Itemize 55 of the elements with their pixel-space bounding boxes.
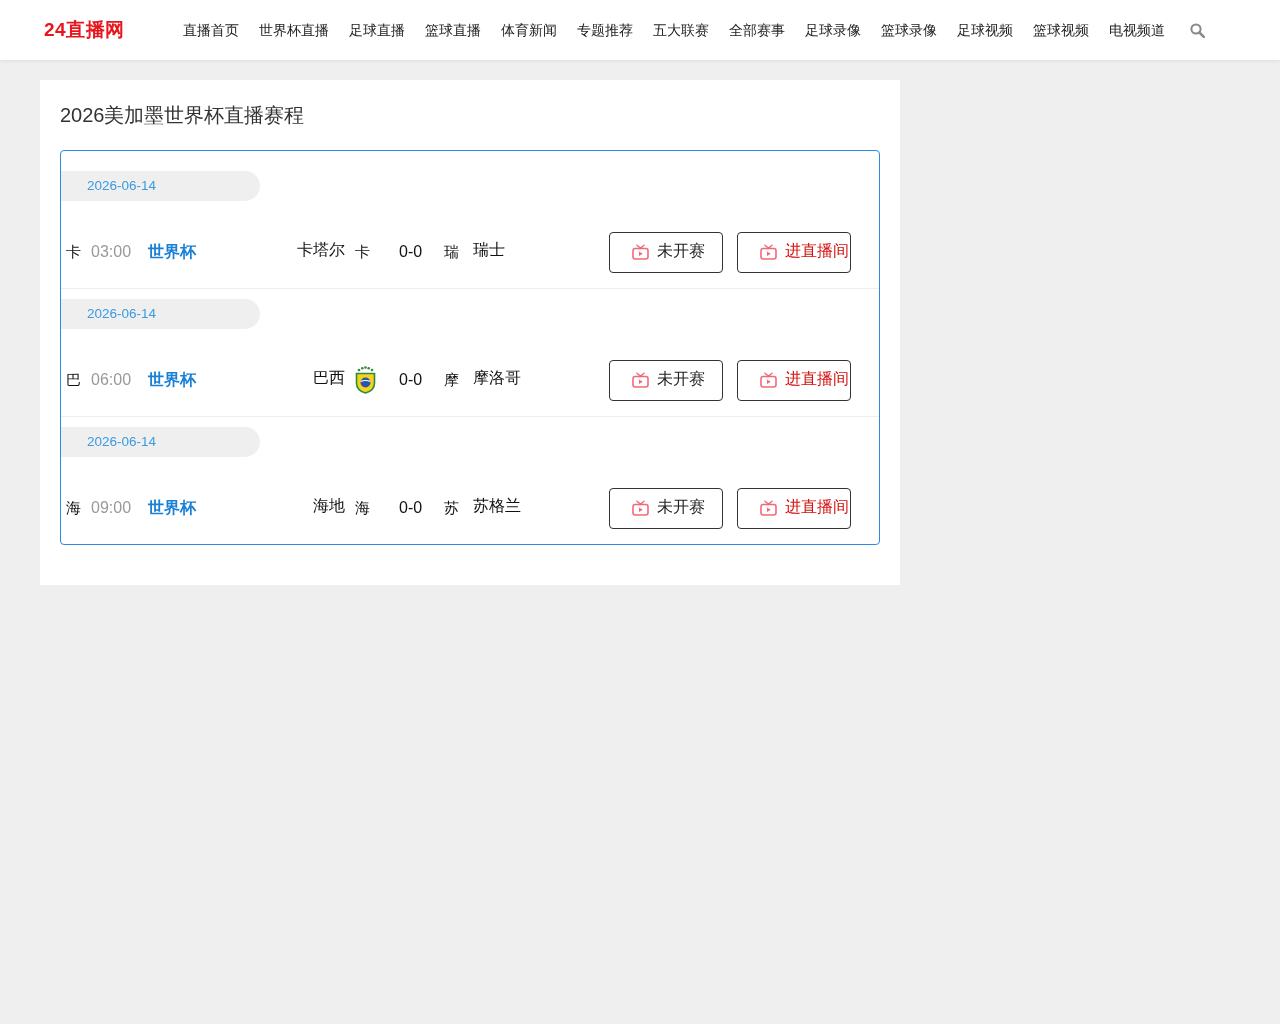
tv-icon (632, 500, 649, 516)
enter-live-button[interactable]: 进直播间 (737, 231, 851, 273)
nav-link[interactable]: 足球直播 (349, 20, 405, 40)
logo-alt-text: 摩 (444, 370, 459, 390)
enter-live-button[interactable]: 进直播间 (737, 487, 851, 529)
nav-link[interactable]: 全部赛事 (729, 20, 785, 40)
away-team-name: 瑞士 (473, 239, 505, 260)
site-logo[interactable]: 24直播网 (44, 19, 125, 41)
league-link[interactable]: 世界杯 (148, 497, 196, 519)
date-label: 2026-06-14 (61, 299, 260, 329)
search-icon[interactable] (1190, 22, 1205, 38)
date-label: 2026-06-14 (61, 427, 260, 457)
tv-icon (760, 372, 777, 388)
image-alt-text: 海 (66, 498, 81, 518)
logo-alt-text: 苏 (444, 498, 459, 518)
nav-link[interactable]: 世界杯直播 (259, 20, 329, 40)
nav-link[interactable]: 电视频道 (1109, 20, 1165, 40)
nav-link[interactable]: 专题推荐 (577, 20, 633, 40)
logo-alt-text: 卡 (355, 242, 370, 262)
away-team-name: 摩洛哥 (473, 367, 521, 388)
tv-icon (760, 244, 777, 260)
nav-link[interactable]: 足球视频 (957, 20, 1013, 40)
nav-link[interactable]: 篮球直播 (425, 20, 481, 40)
match-time: 06:00 (91, 371, 132, 389)
home-team-name: 巴西 (313, 367, 345, 388)
image-alt-text: 卡 (66, 242, 81, 262)
enter-live-button[interactable]: 进直播间 (737, 359, 851, 401)
tv-icon (632, 372, 649, 388)
nav-link[interactable]: 足球录像 (805, 20, 861, 40)
league-link[interactable]: 世界杯 (148, 241, 196, 263)
status-button[interactable]: 未开赛 (609, 231, 723, 273)
schedule-title: 2026美加墨世界杯直播赛程 (60, 103, 306, 128)
tv-icon (632, 244, 649, 260)
tv-icon (760, 500, 777, 516)
league-link[interactable]: 世界杯 (148, 369, 196, 391)
nav-link[interactable]: 体育新闻 (501, 20, 557, 40)
image-alt-text: 巴 (66, 370, 81, 390)
nav-link[interactable]: 五大联赛 (653, 20, 709, 40)
match-time: 09:00 (91, 499, 132, 517)
nav-link[interactable]: 篮球视频 (1033, 20, 1089, 40)
match-score: 0-0 (399, 243, 423, 261)
nav-link[interactable]: 篮球录像 (881, 20, 937, 40)
status-button[interactable]: 未开赛 (609, 359, 723, 401)
match-time: 03:00 (91, 243, 132, 261)
nav-link[interactable]: 直播首页 (183, 20, 239, 40)
away-team-name: 苏格兰 (473, 495, 521, 516)
home-team-name: 海地 (313, 495, 345, 516)
match-score: 0-0 (399, 371, 423, 389)
crest-icon (355, 366, 376, 394)
match-score: 0-0 (399, 499, 423, 517)
home-team-name: 卡塔尔 (297, 239, 345, 260)
logo-alt-text: 海 (355, 498, 370, 518)
date-label: 2026-06-14 (61, 171, 260, 201)
status-button[interactable]: 未开赛 (609, 487, 723, 529)
logo-alt-text: 瑞 (444, 242, 459, 262)
